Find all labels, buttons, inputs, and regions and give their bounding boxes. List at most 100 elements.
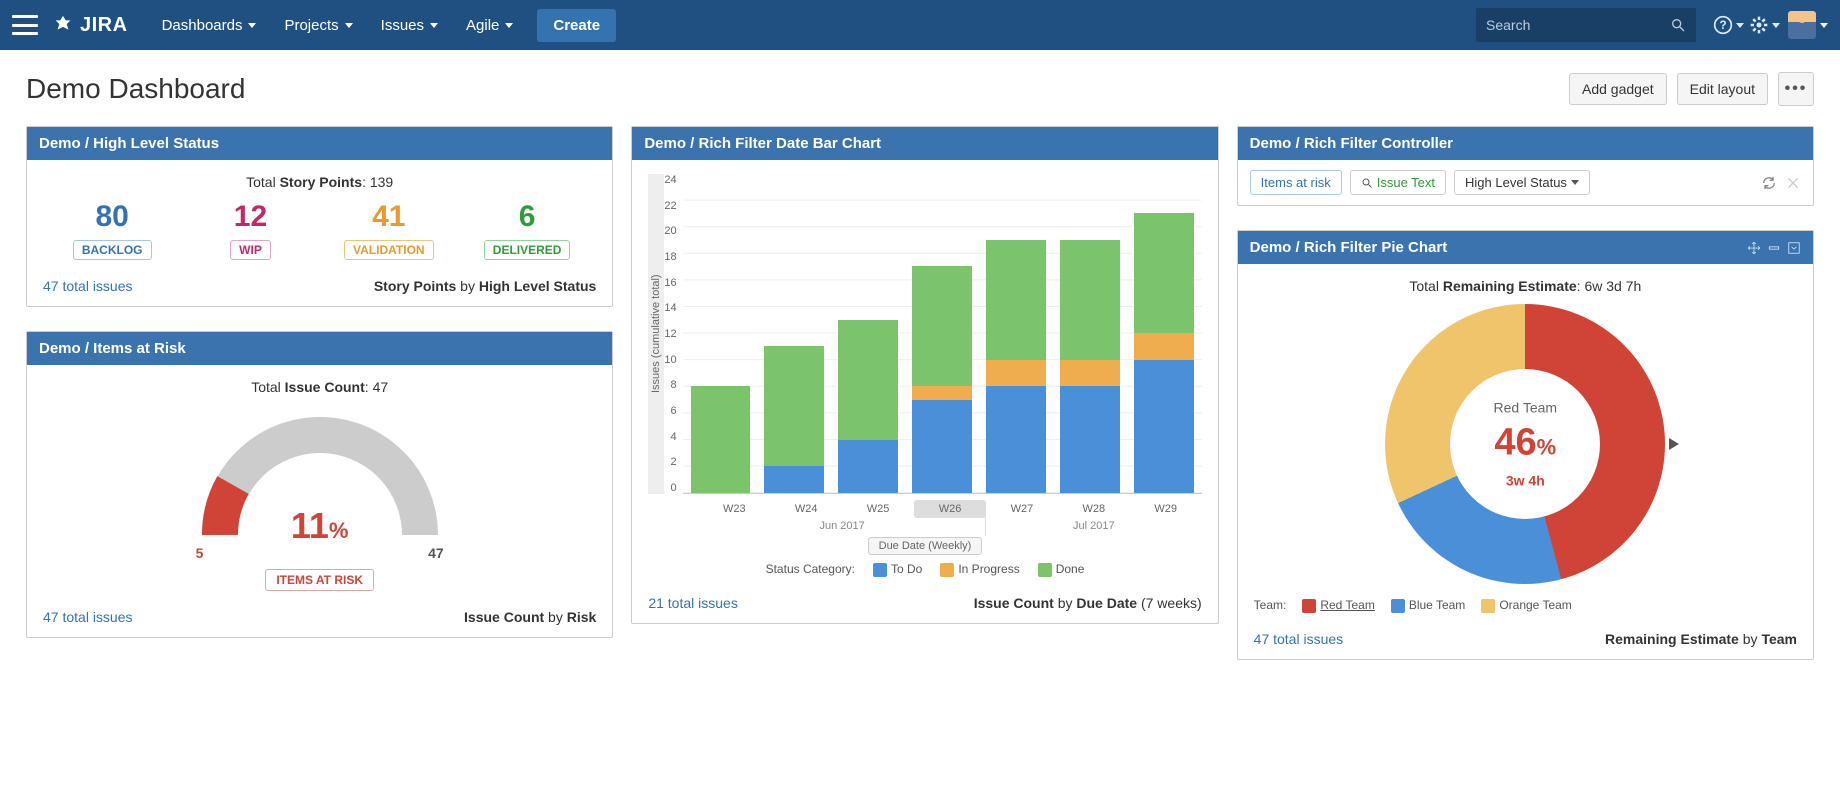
gadget-high-level-status: Demo / High Level Status Total Story Poi… [26, 126, 613, 307]
settings-button[interactable] [1746, 0, 1782, 50]
chevron-down-icon [505, 23, 513, 28]
total-issues-link[interactable]: 21 total issues [648, 595, 738, 611]
jira-logo[interactable]: JIRA [52, 14, 128, 37]
nav-issues[interactable]: Issues [367, 0, 452, 50]
gadget-header[interactable]: Demo / High Level Status [27, 127, 612, 160]
help-icon: ? [1713, 15, 1733, 35]
jira-logo-icon [52, 14, 74, 36]
status-block[interactable]: 41VALIDATION [320, 200, 458, 260]
x-label-W26[interactable]: W26 [914, 500, 986, 518]
jira-logo-text: JIRA [80, 14, 128, 37]
bar-W24[interactable] [764, 346, 824, 493]
nav-projects[interactable]: Projects [270, 0, 366, 50]
risk-gauge: 11% 5 47 [190, 405, 450, 553]
pie-legend: Team: Red Team Blue Team Orange Team [1254, 598, 1797, 613]
more-actions-button[interactable]: ••• [1778, 72, 1814, 106]
gadget-filter-controller: Demo / Rich Filter Controller Items at r… [1237, 126, 1814, 206]
bar-W25[interactable] [838, 320, 898, 493]
search-icon [1361, 177, 1373, 189]
create-button[interactable]: Create [537, 9, 616, 42]
top-navigation: JIRA Dashboards Projects Issues Agile Cr… [0, 0, 1840, 50]
total-issues-link[interactable]: 47 total issues [43, 609, 133, 625]
legend-item-todo[interactable]: To Do [873, 562, 922, 577]
total-issues-link[interactable]: 47 total issues [1254, 631, 1344, 647]
bar-chart: Issues (cumulative total) 24222018161412… [648, 174, 1201, 494]
nav-dashboards[interactable]: Dashboards [148, 0, 271, 50]
dashboard-columns: Demo / High Level Status Total Story Poi… [0, 118, 1840, 690]
user-avatar-icon [1788, 11, 1816, 39]
legend-label: Status Category: [766, 562, 855, 576]
search-box[interactable] [1476, 8, 1696, 42]
page-header: Demo Dashboard Add gadget Edit layout ••… [0, 50, 1840, 118]
bar-W23[interactable] [691, 386, 751, 493]
chevron-down-icon [248, 23, 256, 28]
svg-text:?: ? [1719, 19, 1726, 32]
gadget-items-at-risk: Demo / Items at Risk Total Issue Count: … [26, 331, 613, 638]
search-icon [1670, 17, 1686, 33]
edit-layout-button[interactable]: Edit layout [1677, 73, 1768, 105]
gadget-bar-chart: Demo / Rich Filter Date Bar Chart Issues… [631, 126, 1218, 624]
x-axis-labels: W23W24W25W26W27W28W29 [648, 500, 1201, 518]
bar-W27[interactable] [986, 240, 1046, 493]
ellipsis-icon: ••• [1785, 80, 1808, 98]
minimize-icon[interactable] [1767, 241, 1781, 255]
search-input[interactable] [1486, 17, 1670, 33]
chip-items-at-risk[interactable]: Items at risk [1250, 170, 1342, 195]
status-block[interactable]: 12WIP [181, 200, 319, 260]
footer-summary: Remaining Estimate by Team [1605, 631, 1797, 647]
legend-item-red-team[interactable]: Red Team [1302, 598, 1374, 613]
chip-high-level-status[interactable]: High Level Status [1454, 170, 1590, 195]
nav-agile[interactable]: Agile [452, 0, 527, 50]
gadget-header[interactable]: Demo / Rich Filter Date Bar Chart [632, 127, 1217, 160]
x-label-W25[interactable]: W25 [842, 500, 914, 518]
gauge-percent: 11% [291, 505, 349, 546]
bar-W28[interactable] [1060, 240, 1120, 493]
status-block[interactable]: 6DELIVERED [458, 200, 596, 260]
user-menu[interactable] [1788, 11, 1828, 39]
bar-W29[interactable] [1134, 213, 1194, 493]
x-axis-months: Jun 2017 Jul 2017 [648, 520, 1201, 532]
gadget-header[interactable]: Demo / Rich Filter Pie Chart [1238, 231, 1813, 264]
legend-item-inprogress[interactable]: In Progress [940, 562, 1019, 577]
legend-item-blue-team[interactable]: Blue Team [1391, 598, 1465, 613]
gadget-pie-chart: Demo / Rich Filter Pie Chart Total Remai… [1237, 230, 1814, 660]
x-label-W29[interactable]: W29 [1130, 500, 1202, 518]
x-label-W27[interactable]: W27 [986, 500, 1058, 518]
footer-summary: Story Points by High Level Status [374, 278, 597, 294]
dropdown-icon[interactable] [1787, 241, 1801, 255]
x-label-W24[interactable]: W24 [770, 500, 842, 518]
plot-area [683, 174, 1202, 494]
footer-summary: Issue Count by Due Date (7 weeks) [974, 595, 1202, 611]
total-issues-link[interactable]: 47 total issues [43, 278, 133, 294]
gadget-header[interactable]: Demo / Rich Filter Controller [1238, 127, 1813, 160]
y-axis-label: Issues (cumulative total) [648, 174, 664, 494]
month-label: Jul 2017 [986, 520, 1202, 532]
status-row: 80BACKLOG12WIP41VALIDATION6DELIVERED [43, 200, 596, 260]
x-axis-title: Due Date (Weekly) [648, 540, 1201, 552]
gear-icon [1749, 15, 1769, 35]
page-title: Demo Dashboard [26, 73, 245, 105]
x-label-W28[interactable]: W28 [1058, 500, 1130, 518]
gadget-header[interactable]: Demo / Items at Risk [27, 332, 612, 365]
bar-W26[interactable] [912, 266, 972, 493]
close-icon[interactable] [1785, 175, 1801, 191]
add-gadget-button[interactable]: Add gadget [1569, 73, 1667, 105]
items-at-risk-tag: ITEMS AT RISK [265, 569, 374, 591]
status-block[interactable]: 80BACKLOG [43, 200, 181, 260]
hamburger-menu-icon[interactable] [12, 15, 38, 35]
legend-item-done[interactable]: Done [1038, 562, 1085, 577]
help-button[interactable]: ? [1710, 0, 1746, 50]
x-label-W23[interactable]: W23 [698, 500, 770, 518]
chevron-down-icon [345, 23, 353, 28]
total-issue-count: Total Issue Count: 47 [43, 379, 596, 395]
refresh-icon[interactable] [1761, 175, 1777, 191]
move-icon[interactable] [1747, 241, 1761, 255]
y-axis-ticks: 242220181614121086420 [664, 174, 682, 494]
month-label: Jun 2017 [698, 520, 986, 532]
total-remaining-estimate: Total Remaining Estimate: 6w 3d 7h [1254, 278, 1797, 294]
chip-issue-text[interactable]: Issue Text [1350, 170, 1446, 195]
footer-summary: Issue Count by Risk [464, 609, 596, 625]
bar-chart-legend: Status Category: To Do In Progress Done [648, 562, 1201, 577]
total-story-points: Total Story Points: 139 [43, 174, 596, 190]
legend-item-orange-team[interactable]: Orange Team [1481, 598, 1572, 613]
